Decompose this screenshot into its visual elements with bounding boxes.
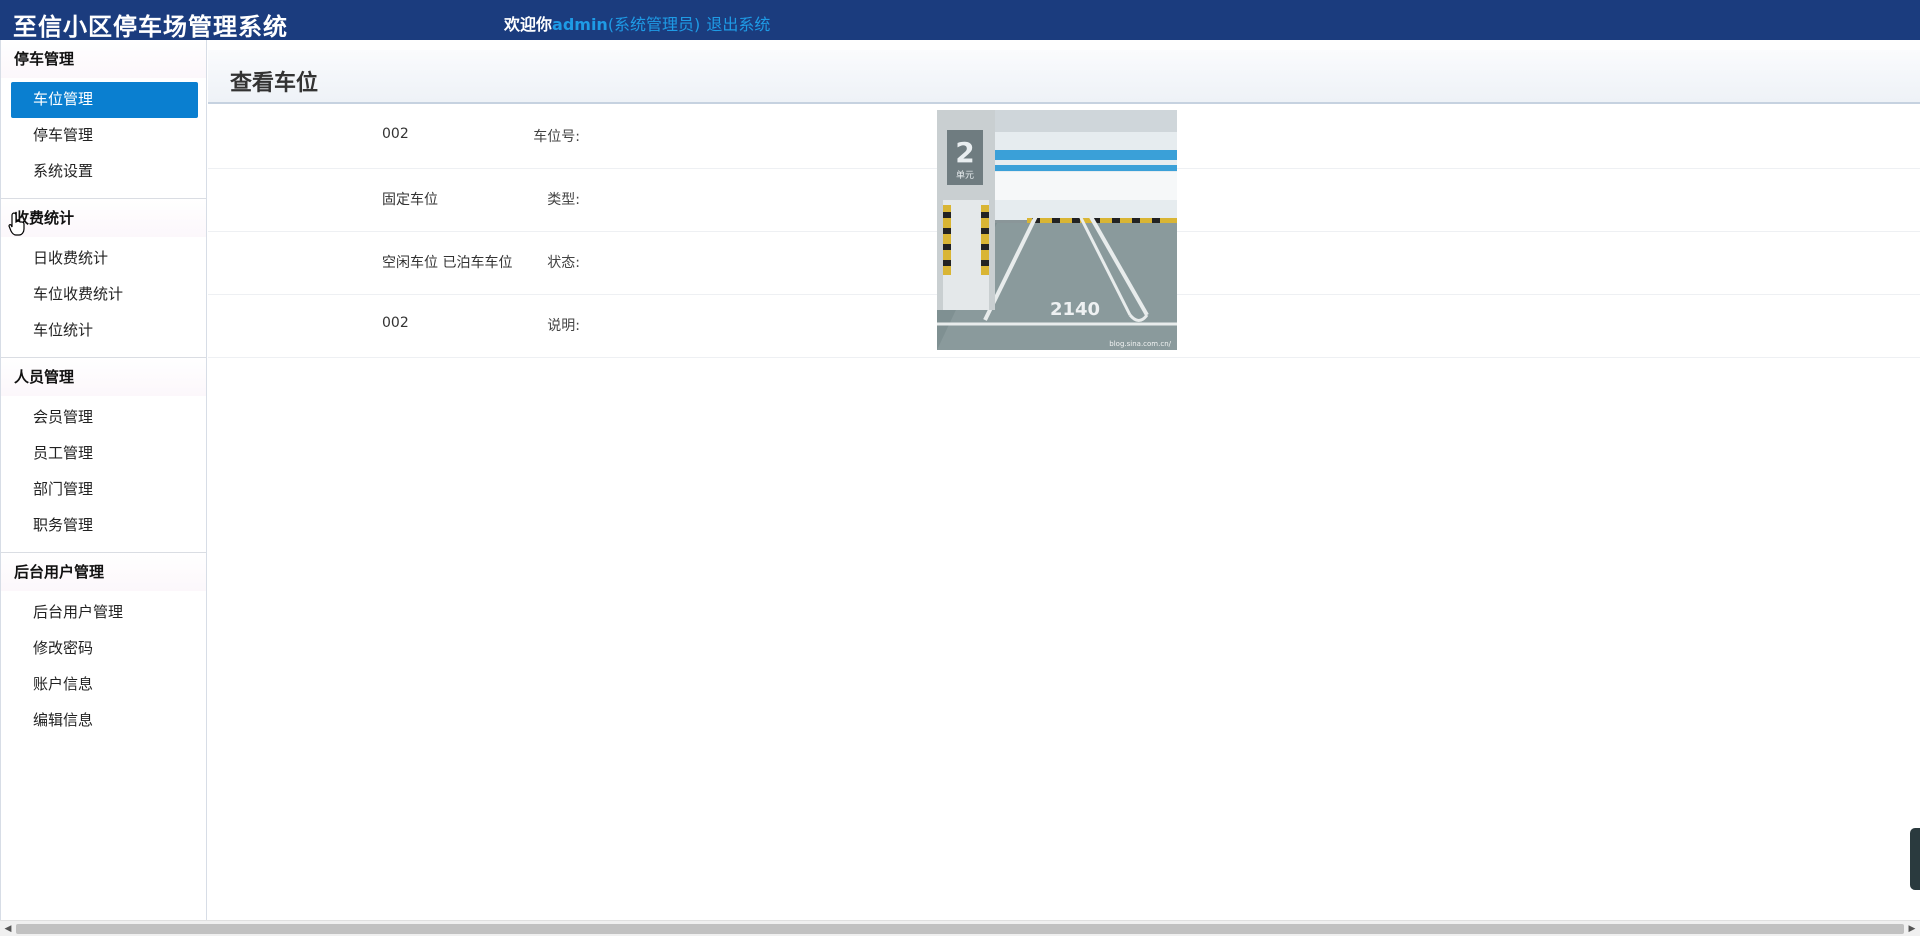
field-value: 002 xyxy=(382,315,409,331)
space-number-marking: 2140 xyxy=(1050,299,1100,320)
field-value: 固定车位 xyxy=(382,192,438,208)
sidebar-item-edit-info[interactable]: 编辑信息 xyxy=(11,703,198,739)
welcome-bar: 欢迎你admin(系统管理员) 退出系统 xyxy=(504,11,770,35)
side-panel-handle[interactable] xyxy=(1910,828,1920,890)
sidebar-item-parking-management[interactable]: 停车管理 xyxy=(11,118,198,154)
welcome-prefix: 欢迎你 xyxy=(504,15,553,34)
horizontal-scrollbar[interactable]: ◀ ▶ xyxy=(0,920,1920,936)
pillar-text: 单元 xyxy=(956,169,974,181)
scroll-right-arrow-icon[interactable]: ▶ xyxy=(1906,923,1918,935)
sidebar-item-space-management[interactable]: 车位管理 xyxy=(11,82,198,118)
username: admin xyxy=(552,15,608,34)
pillar-number: 2 xyxy=(955,136,974,169)
sidebar-item-account-info[interactable]: 账户信息 xyxy=(11,667,198,703)
user-role: (系统管理员) xyxy=(607,15,701,34)
scroll-left-arrow-icon[interactable]: ◀ xyxy=(2,923,14,935)
sidebar-group-title[interactable]: 停车管理 xyxy=(1,40,206,78)
app-title: 至信小区停车场管理系统 xyxy=(13,12,288,41)
sidebar-item-daily-fees[interactable]: 日收费统计 xyxy=(11,241,198,277)
sidebar-item-positions[interactable]: 职务管理 xyxy=(11,508,198,544)
logout-link[interactable]: 退出系统 xyxy=(706,15,770,34)
field-label: 状态: xyxy=(547,255,580,271)
sidebar-group-staff: 人员管理 会员管理 员工管理 部门管理 职务管理 xyxy=(1,358,206,553)
photo-watermark: blog.sina.com.cn/ xyxy=(1109,340,1171,348)
sidebar-item-space-fees[interactable]: 车位收费统计 xyxy=(11,277,198,313)
field-value: 空闲车位 已泊车车位 xyxy=(382,255,513,271)
sidebar-group-title[interactable]: 人员管理 xyxy=(1,358,206,396)
sidebar-group-admin-users: 后台用户管理 后台用户管理 修改密码 账户信息 编辑信息 xyxy=(1,553,206,747)
sidebar-group-parking: 停车管理 车位管理 停车管理 系统设置 xyxy=(1,40,206,199)
parking-space-image: 2 单元 2140 blog.sina.com.cn/ xyxy=(937,110,1177,350)
sidebar-item-members[interactable]: 会员管理 xyxy=(11,400,198,436)
sidebar-group-title[interactable]: 收费统计 xyxy=(1,199,206,237)
sidebar-item-employees[interactable]: 员工管理 xyxy=(11,436,198,472)
sidebar-group-title[interactable]: 后台用户管理 xyxy=(1,553,206,591)
sidebar-item-space-stats[interactable]: 车位统计 xyxy=(11,313,198,349)
sidebar-item-system-settings[interactable]: 系统设置 xyxy=(11,154,198,190)
field-value: 002 xyxy=(382,126,409,142)
field-label: 类型: xyxy=(547,192,580,208)
sidebar: 停车管理 车位管理 停车管理 系统设置 收费统计 日收费统计 车位收费统计 车位… xyxy=(0,40,207,920)
sidebar-item-departments[interactable]: 部门管理 xyxy=(11,472,198,508)
page-title: 查看车位 xyxy=(230,71,319,96)
top-header: 至信小区停车场管理系统 欢迎你admin(系统管理员) 退出系统 xyxy=(0,0,1920,41)
content-header: 查看车位 xyxy=(208,50,1920,104)
sidebar-item-change-password[interactable]: 修改密码 xyxy=(11,631,198,667)
scrollbar-thumb[interactable] xyxy=(16,924,1904,934)
sidebar-group-fees: 收费统计 日收费统计 车位收费统计 车位统计 xyxy=(1,199,206,358)
parking-space-photo: 2 单元 2140 blog.sina.com.cn/ xyxy=(937,110,1177,350)
field-label: 车位号: xyxy=(533,129,580,145)
sidebar-item-admin-users[interactable]: 后台用户管理 xyxy=(11,595,198,631)
field-label: 说明: xyxy=(547,318,580,334)
